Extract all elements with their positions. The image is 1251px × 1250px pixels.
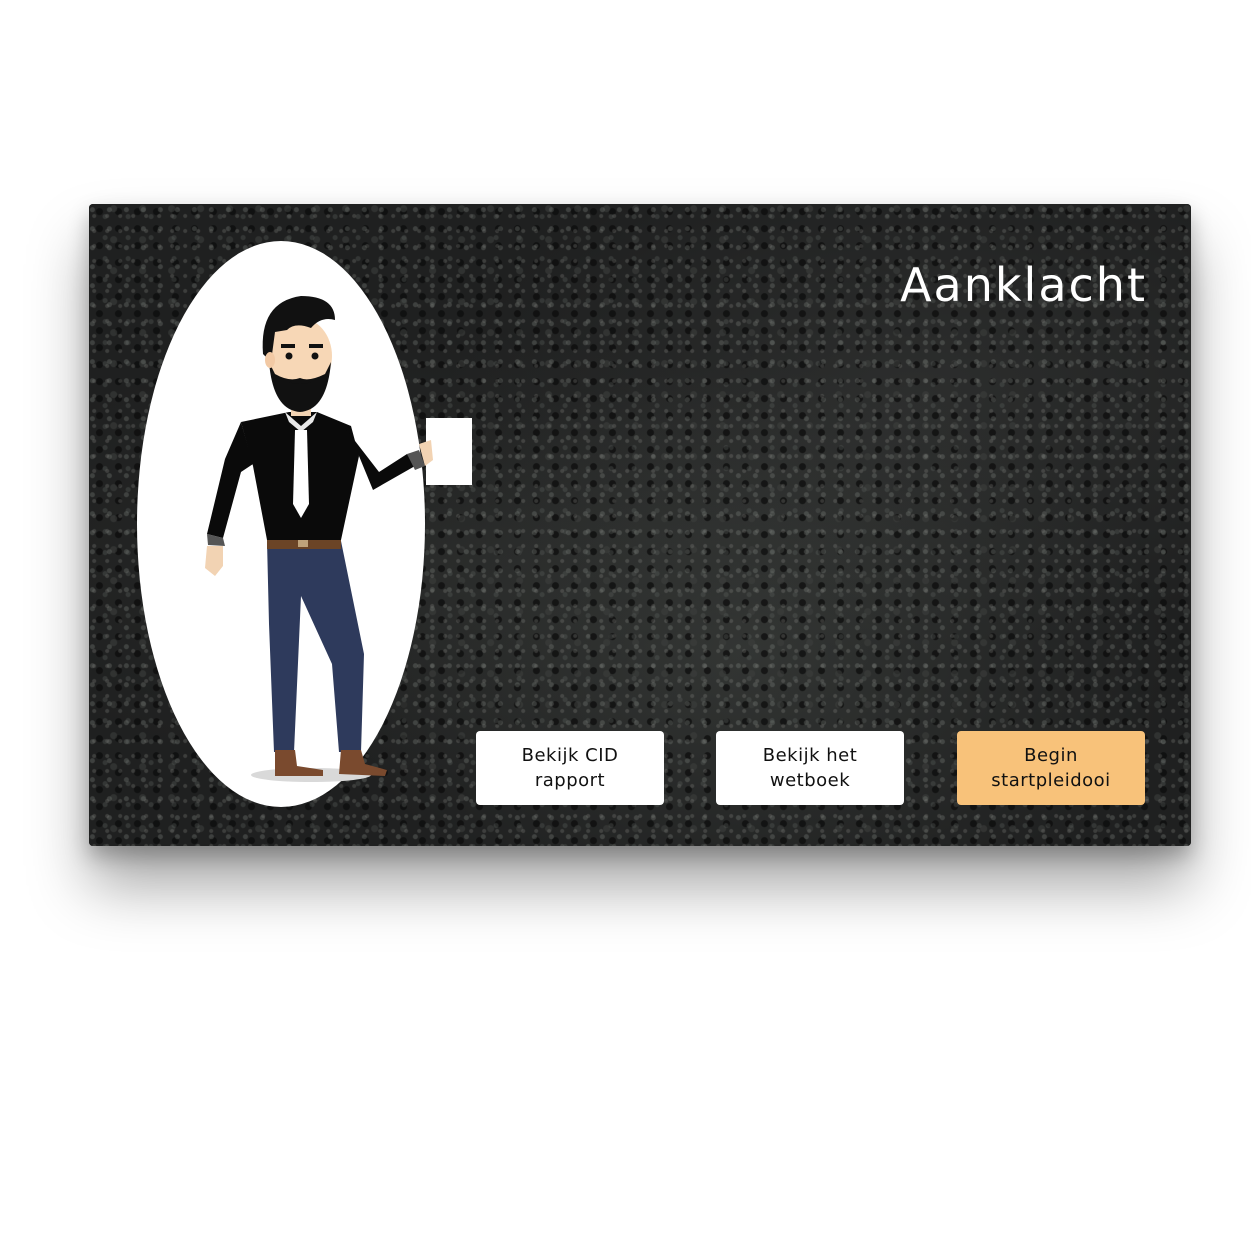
begin-opening-statement-button[interactable]: Begin startpleidooi: [957, 731, 1145, 805]
card-icon: [426, 418, 472, 485]
game-screen: Aanklacht Bekijk CID rapport Bekijk het …: [89, 204, 1191, 846]
begin-opening-statement-label-2: startpleidooi: [991, 770, 1111, 791]
view-lawbook-label-2: wetboek: [769, 770, 851, 791]
view-cid-report-button[interactable]: Bekijk CID rapport: [476, 731, 664, 805]
view-cid-report-label-2: rapport: [534, 770, 606, 791]
view-cid-report-label-1: Bekijk CID: [521, 745, 619, 766]
begin-opening-statement-label-1: Begin: [1024, 745, 1078, 766]
view-lawbook-button[interactable]: Bekijk het wetboek: [716, 731, 904, 805]
view-lawbook-label-1: Bekijk het: [762, 745, 858, 766]
